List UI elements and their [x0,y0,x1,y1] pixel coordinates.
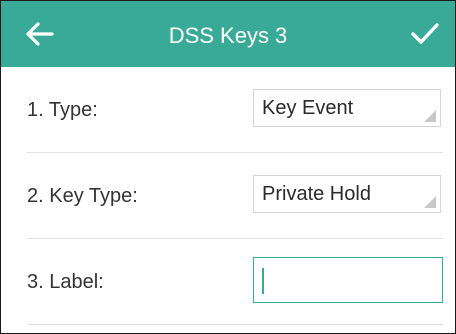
type-select-value: Key Event [262,97,354,119]
text-caret [262,268,264,294]
checkmark-icon [411,23,439,44]
label-input[interactable] [253,257,443,303]
title-bar: DSS Keys 3 [1,1,455,67]
label-field-label: 3. Label: [27,271,104,293]
key-type-label: 2. Key Type: [27,185,138,207]
type-label: 1. Type: [27,99,98,121]
divider [27,324,443,325]
key-type-row: 2. Key Type: Private Hold [27,153,443,239]
type-row: 1. Type: Key Event [27,67,443,153]
confirm-button[interactable] [407,17,443,51]
key-type-select-value: Private Hold [262,183,371,205]
phone-screen: DSS Keys 3 1. Type: Key Event 2. Key Typ… [0,0,456,334]
type-select[interactable]: Key Event [253,89,441,127]
page-title: DSS Keys 3 [168,23,288,48]
key-type-select[interactable]: Private Hold [253,175,441,213]
dropdown-corner-icon [424,196,436,208]
dropdown-corner-icon [424,110,436,122]
label-row: 3. Label: [27,239,443,325]
